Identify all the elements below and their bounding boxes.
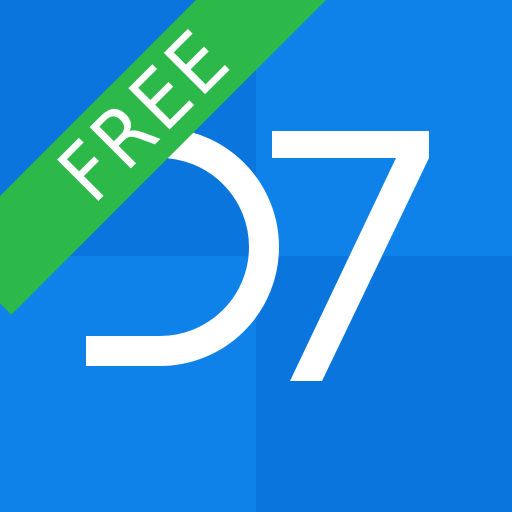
digit-seven-glyph <box>272 131 429 381</box>
app-icon: FREE <box>0 0 512 512</box>
logo-glyph <box>86 128 429 381</box>
